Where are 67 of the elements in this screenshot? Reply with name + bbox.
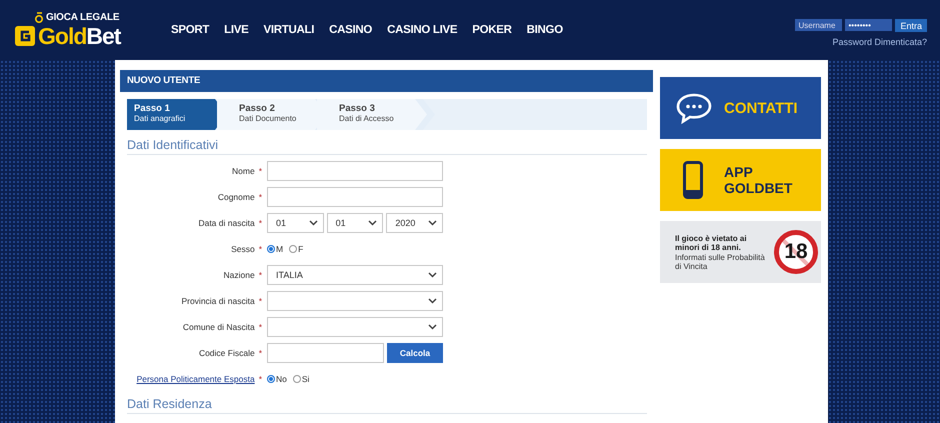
chevron-icon	[428, 324, 437, 330]
select-field[interactable]	[267, 317, 443, 337]
required-mark: *	[258, 270, 262, 280]
nav-link[interactable]: SPORT	[171, 24, 210, 36]
required-mark: *	[258, 348, 262, 358]
chevron-icon	[308, 220, 318, 226]
text-field[interactable]	[267, 161, 443, 181]
logo-icon	[15, 26, 35, 46]
logo-wordmark: GoldBet	[38, 24, 120, 48]
required-mark: *	[258, 192, 262, 202]
chevron-icon	[428, 272, 437, 278]
chevron-icon	[428, 220, 438, 226]
radio-label: Si	[302, 374, 310, 384]
nav-link[interactable]: BINGO	[526, 24, 563, 36]
required-mark: *	[258, 322, 262, 332]
field-label: Nome	[232, 166, 255, 176]
chevron-icon	[368, 220, 378, 226]
radio-button[interactable]	[267, 375, 275, 383]
field-label: Nazione	[224, 270, 255, 280]
field-label: Provincia di nascita	[181, 296, 255, 306]
radio-label: No	[276, 374, 287, 384]
contacts-banner[interactable]: CONTATTI	[660, 77, 821, 139]
select-field[interactable]: ITALIA	[267, 265, 443, 285]
field-label: Data di nascita	[198, 218, 255, 228]
select-field[interactable]: 2020	[386, 213, 444, 233]
login-button[interactable]: Entra	[895, 19, 927, 32]
coin-icon	[35, 12, 43, 22]
forgot-password-link[interactable]: Password Dimenticata?	[832, 37, 927, 47]
panel-title: NUOVO UTENTE	[120, 70, 653, 92]
select-field[interactable]: 01	[267, 213, 324, 233]
age-limit-badge: 18	[774, 230, 818, 274]
field-label: Cognome	[218, 192, 255, 202]
required-mark: *	[258, 374, 262, 384]
nav-link[interactable]: POKER	[472, 24, 512, 36]
radio-button[interactable]	[267, 245, 275, 253]
calculate-button[interactable]: Calcola	[387, 343, 443, 363]
nav-link[interactable]: LIVE	[224, 24, 248, 36]
required-mark: *	[258, 296, 262, 306]
radio-button[interactable]	[289, 245, 298, 253]
chat-bubble-icon	[675, 92, 713, 124]
username-field[interactable]: Username	[795, 19, 842, 31]
field-label: Sesso	[231, 244, 255, 254]
nav-link[interactable]: CASINO	[329, 24, 372, 36]
section-heading: Dati Residenza	[127, 397, 647, 414]
section-heading: Dati Identificativi	[127, 138, 647, 155]
app-banner[interactable]: APP GOLDBET	[660, 149, 821, 211]
odds-info-link[interactable]: Informati sulle Probabilità di Vincita	[675, 252, 770, 270]
required-mark: *	[258, 244, 262, 254]
chevron-icon	[428, 298, 437, 304]
field-label-link[interactable]: Persona Politicamente Esposta	[136, 374, 255, 384]
phone-icon	[683, 161, 703, 199]
password-field[interactable]: ••••••••	[845, 19, 892, 31]
radio-label: F	[298, 244, 304, 254]
required-mark: *	[258, 218, 262, 228]
radio-button[interactable]	[292, 375, 301, 383]
required-mark: *	[258, 166, 262, 176]
select-field[interactable]	[267, 291, 443, 311]
nav-link[interactable]: VIRTUALI	[264, 24, 314, 36]
age-warning: Il gioco è vietato ai minori di 18 anni.	[675, 234, 748, 252]
text-field[interactable]	[267, 187, 443, 207]
field-label: Comune di Nascita	[182, 322, 255, 332]
select-field[interactable]: 01	[326, 213, 384, 233]
nav-link[interactable]: CASINO LIVE	[387, 24, 458, 36]
field-label: Codice Fiscale	[198, 348, 255, 358]
radio-label: M	[276, 244, 284, 254]
text-field[interactable]	[267, 343, 384, 363]
logo-tagline: GIOCA LEGALE	[46, 12, 120, 22]
